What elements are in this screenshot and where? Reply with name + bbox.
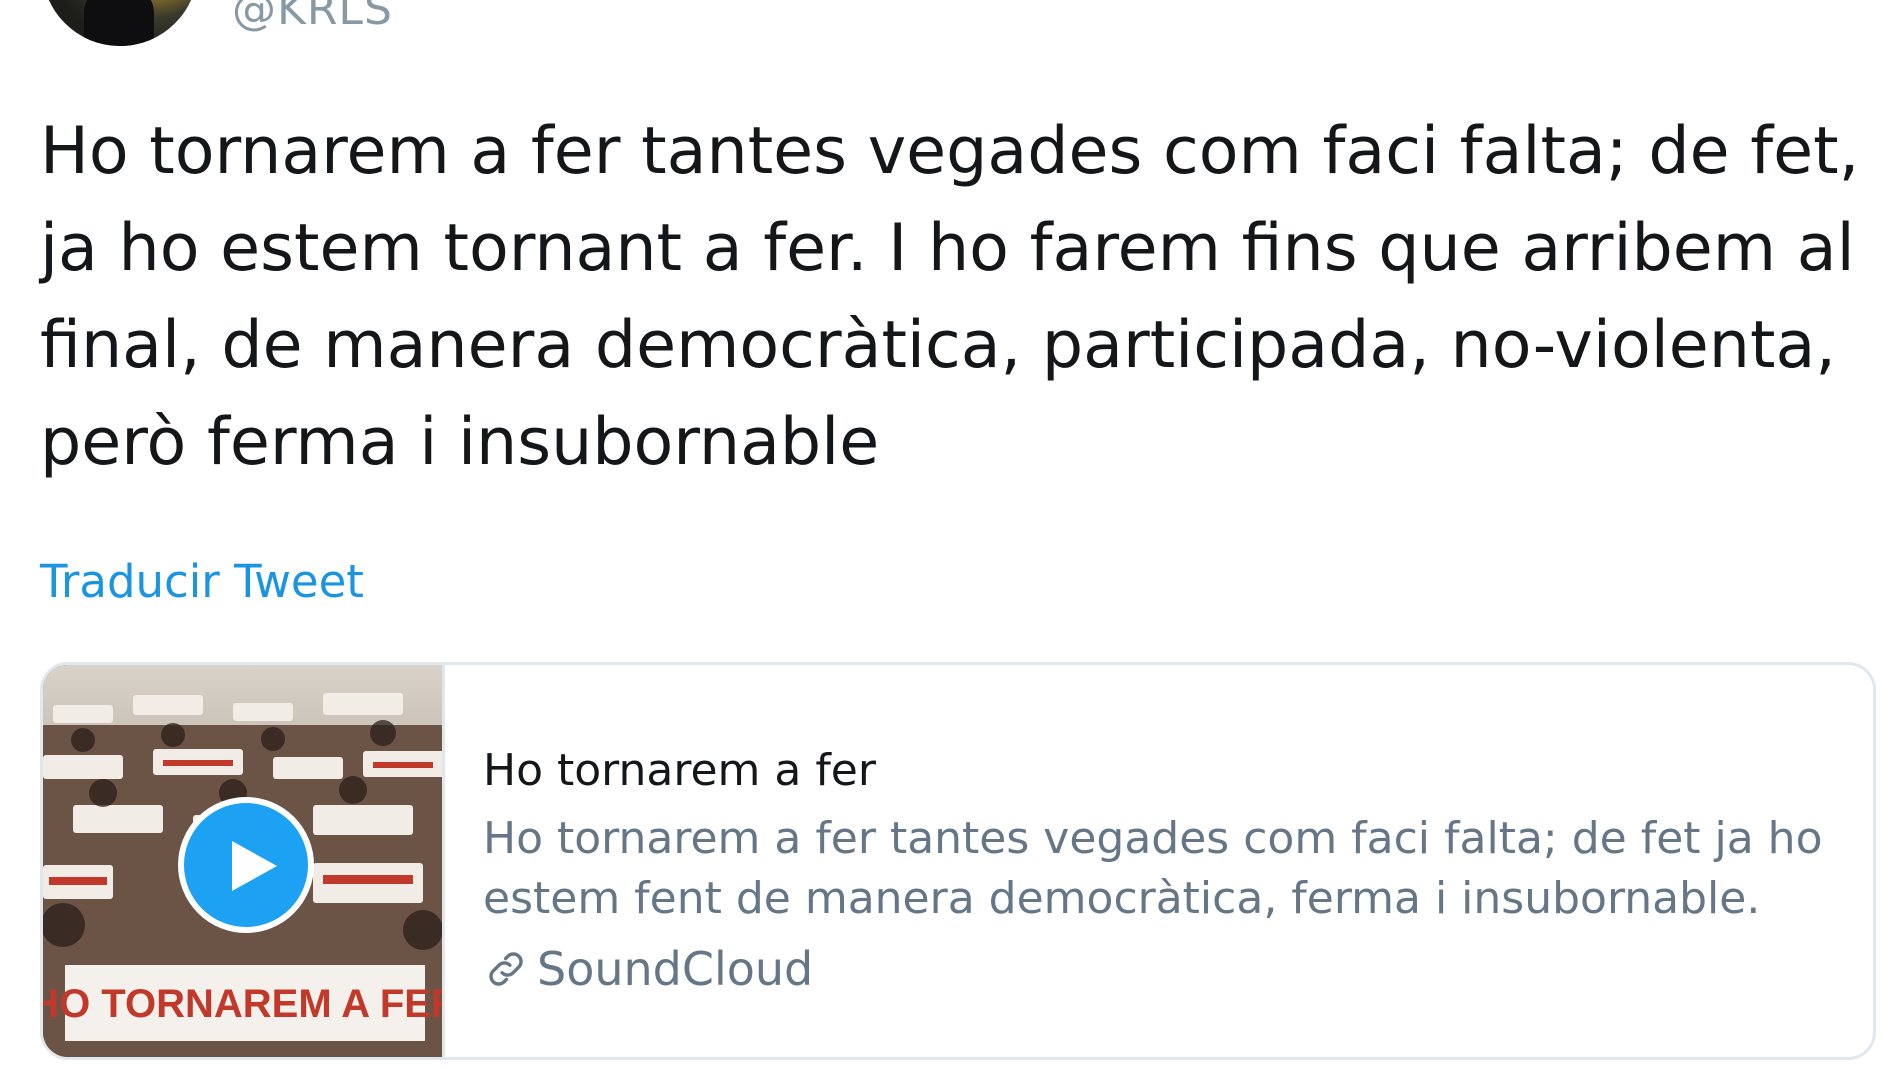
card-source-label: SoundCloud	[537, 942, 814, 996]
play-button[interactable]	[178, 797, 314, 933]
avatar[interactable]	[42, 0, 198, 46]
translate-tweet-link[interactable]: Traducir Tweet	[40, 555, 364, 608]
card-title: Ho tornarem a fer	[483, 745, 876, 796]
card-body: Ho tornarem a fer Ho tornarem a fer tant…	[483, 743, 1853, 997]
link-card[interactable]: HO TORNAREM A FER Ho tornarem a fer Ho t…	[40, 662, 1876, 1060]
card-source: SoundCloud	[483, 941, 1853, 997]
tweet: @KRLS Ho tornarem a fer tantes vegades c…	[0, 0, 1900, 1069]
banner-text: HO TORNAREM A FER	[43, 982, 445, 1026]
tweet-text: Ho tornarem a fer tantes vegades com fac…	[40, 114, 1860, 480]
card-description: Ho tornarem a fer tantes vegades com fac…	[483, 813, 1823, 924]
card-thumbnail: HO TORNAREM A FER	[43, 665, 445, 1057]
link-icon	[489, 952, 523, 986]
play-icon	[232, 841, 277, 891]
avatar-figure	[84, 0, 154, 46]
author-handle[interactable]: @KRLS	[232, 0, 393, 35]
